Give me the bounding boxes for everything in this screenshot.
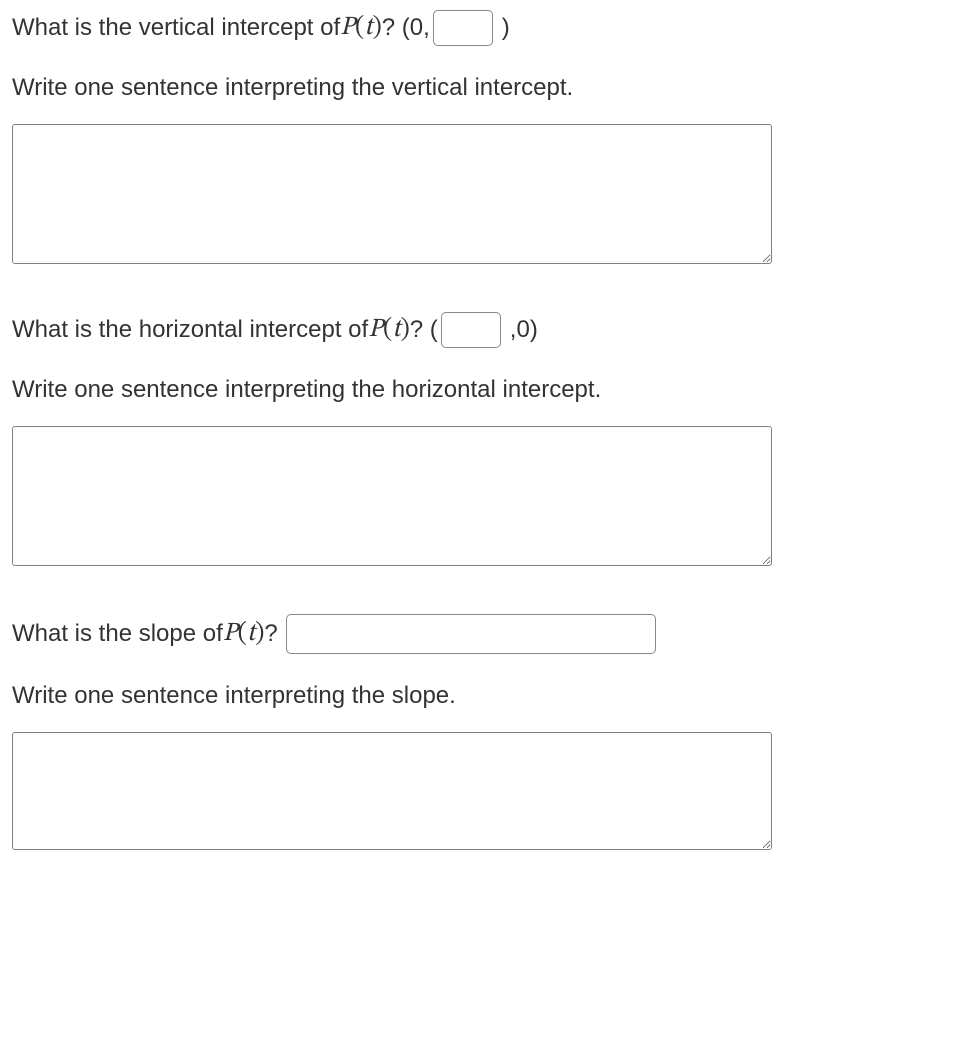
horizontal-intercept-prefix: What is the horizontal intercept of <box>12 316 368 344</box>
vertical-intercept-interpret-input[interactable] <box>12 124 772 264</box>
close-paren: ) <box>255 618 264 651</box>
vertical-intercept-question: What is the vertical intercept of P ( t … <box>12 10 946 46</box>
horizontal-intercept-close: ,0) <box>510 316 538 344</box>
vertical-intercept-interpret-prompt: Write one sentence interpreting the vert… <box>12 74 946 102</box>
open-paren: ( <box>355 12 364 45</box>
function-name: P <box>368 314 383 347</box>
close-paren: ) <box>400 314 409 347</box>
slope-input[interactable] <box>286 614 656 654</box>
function-arg: t <box>392 314 400 347</box>
function-arg: t <box>247 618 255 651</box>
slope-interpret-prompt: Write one sentence interpreting the slop… <box>12 682 946 710</box>
open-paren: ( <box>238 618 247 651</box>
vertical-intercept-input[interactable] <box>433 10 493 46</box>
slope-interpret-input[interactable] <box>12 732 772 850</box>
slope-after: ? <box>264 620 277 648</box>
function-arg: t <box>364 12 372 45</box>
slope-prefix: What is the slope of <box>12 620 223 648</box>
horizontal-intercept-question: What is the horizontal intercept of P ( … <box>12 312 946 348</box>
open-paren: ( <box>383 314 392 347</box>
vertical-intercept-close: ) <box>502 14 510 42</box>
horizontal-intercept-interpret-prompt: Write one sentence interpreting the hori… <box>12 376 946 404</box>
vertical-intercept-prefix: What is the vertical intercept of <box>12 14 340 42</box>
function-name: P <box>340 12 355 45</box>
vertical-intercept-after: ? (0, <box>382 14 430 42</box>
horizontal-intercept-after: ? ( <box>410 316 438 344</box>
function-name: P <box>223 618 238 651</box>
horizontal-intercept-interpret-input[interactable] <box>12 426 772 566</box>
close-paren: ) <box>372 12 381 45</box>
slope-question: What is the slope of P ( t ) ? <box>12 614 946 654</box>
horizontal-intercept-input[interactable] <box>441 312 501 348</box>
